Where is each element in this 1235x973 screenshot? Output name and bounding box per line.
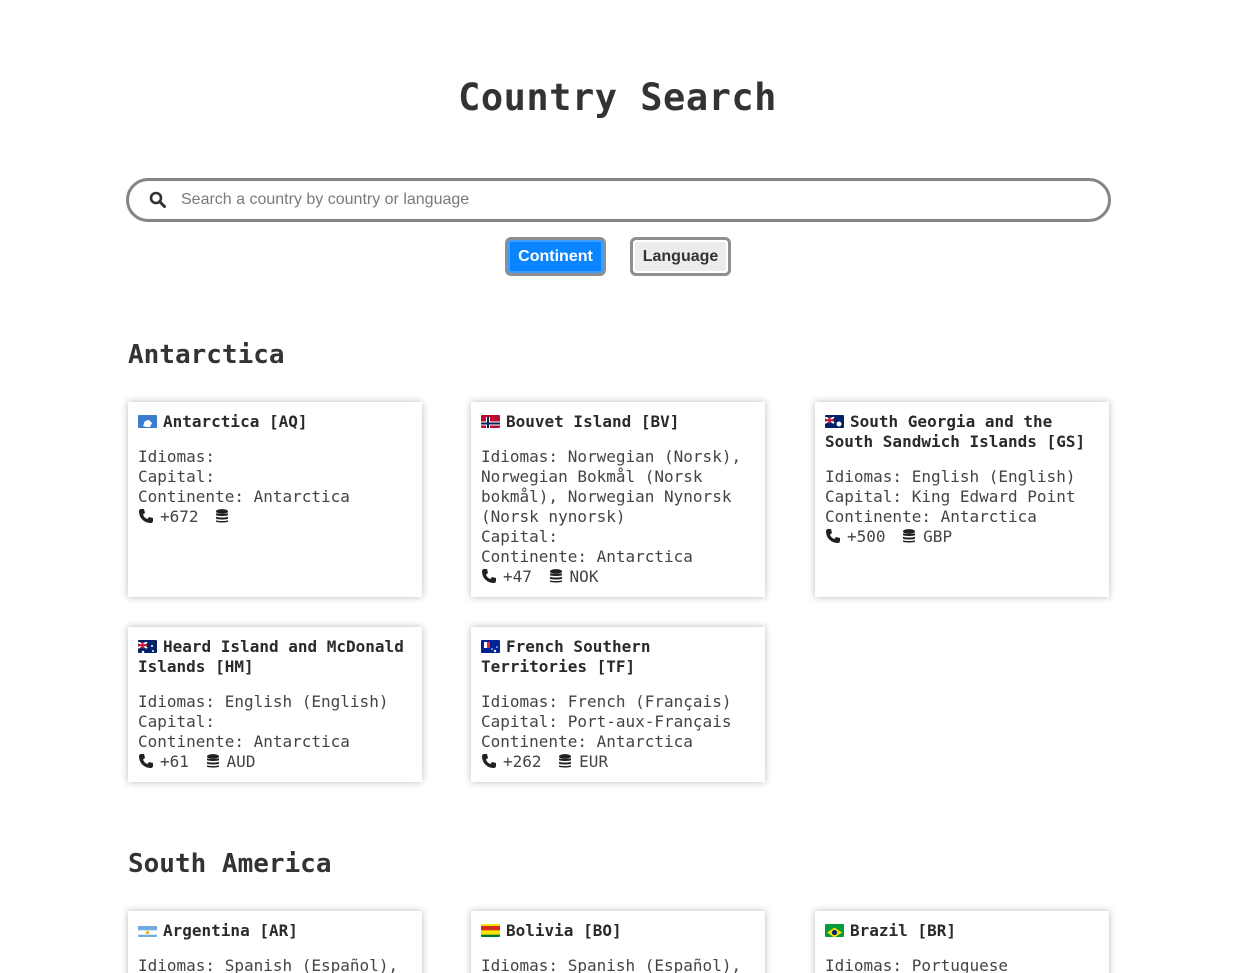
country-languages: Idiomas: <box>138 447 216 466</box>
coins-icon <box>548 568 564 584</box>
coins-icon <box>557 753 573 769</box>
language-filter-button[interactable]: Language <box>630 237 731 276</box>
country-currency: AUD <box>226 752 256 771</box>
continent-filter-button[interactable]: Continent <box>505 237 606 276</box>
country-languages: Idiomas: Portuguese <box>825 956 1009 973</box>
flag-ar-icon <box>138 924 157 937</box>
country-continent: Continente: Antarctica <box>138 487 350 506</box>
country-name: South Georgia and the South Sandwich Isl… <box>825 412 1086 451</box>
country-phone: +47 <box>503 567 532 586</box>
country-phone: +61 <box>160 752 189 771</box>
phone-icon <box>825 528 841 544</box>
flag-aq-icon <box>138 415 157 428</box>
country-currency: EUR <box>579 752 609 771</box>
country-card-gs[interactable]: South Georgia and the South Sandwich Isl… <box>815 402 1109 597</box>
flag-bv-icon <box>481 415 500 428</box>
country-card-br[interactable]: Brazil [BR] Idiomas: Portuguese <box>815 911 1109 973</box>
country-name: French Southern Territories [TF] <box>481 637 651 676</box>
phone-icon <box>138 508 154 524</box>
country-continent: Continente: Antarctica <box>825 507 1037 526</box>
country-meta: +47 NOK <box>481 567 755 587</box>
country-name: Argentina [AR] <box>138 921 412 941</box>
country-name: Heard Island and McDonald Islands [HM] <box>138 637 404 676</box>
flag-tf-icon <box>481 640 500 653</box>
section-title-antarctica: Antarctica <box>128 340 285 370</box>
search-icon <box>149 191 167 209</box>
country-name: Brazil [BR] <box>825 921 1099 941</box>
country-name: Antarctica [AQ] <box>138 412 412 432</box>
country-card-bv[interactable]: Bouvet Island [BV] Idiomas: Norwegian (N… <box>471 402 765 597</box>
search-bar[interactable] <box>126 178 1111 222</box>
country-capital: Capital: <box>481 527 559 546</box>
country-currency: GBP <box>923 527 953 546</box>
country-card-aq[interactable]: Antarctica [AQ] Idiomas: Capital: Contin… <box>128 402 422 597</box>
country-name: Bolivia [BO] <box>481 921 755 941</box>
search-input[interactable] <box>181 191 1108 209</box>
country-languages: Idiomas: Spanish (Español), <box>481 956 742 973</box>
country-phone: +262 <box>503 752 542 771</box>
coins-icon <box>901 528 917 544</box>
country-card-tf[interactable]: French Southern Territories [TF] Idiomas… <box>471 627 765 782</box>
country-capital: Capital: <box>138 467 216 486</box>
country-meta: +500 GBP <box>825 527 1099 547</box>
phone-icon <box>481 753 497 769</box>
page: Country Search Continent Language Antarc… <box>0 0 1235 973</box>
country-languages: Idiomas: English (English) <box>825 467 1076 486</box>
country-meta: +61 AUD <box>138 752 412 772</box>
page-title: Country Search <box>458 76 777 119</box>
flag-br-icon <box>825 924 844 937</box>
country-continent: Continente: Antarctica <box>481 732 693 751</box>
country-card-hm[interactable]: Heard Island and McDonald Islands [HM] I… <box>128 627 422 782</box>
phone-icon <box>481 568 497 584</box>
country-capital: Capital: Port-aux-Français <box>481 712 732 731</box>
flag-hm-icon <box>138 640 157 653</box>
country-continent: Continente: Antarctica <box>138 732 350 751</box>
country-capital: Capital: <box>138 712 216 731</box>
country-name: Bouvet Island [BV] <box>481 412 755 432</box>
flag-gs-icon <box>825 415 844 428</box>
phone-icon <box>138 753 154 769</box>
coins-icon <box>205 753 221 769</box>
country-languages: Idiomas: Spanish (Español), <box>138 956 399 973</box>
country-languages: Idiomas: French (Français) <box>481 692 732 711</box>
country-meta: +262 EUR <box>481 752 755 772</box>
country-capital: Capital: King Edward Point <box>825 487 1076 506</box>
country-currency: NOK <box>569 567 599 586</box>
coins-icon <box>214 508 230 524</box>
country-card-bo[interactable]: Bolivia [BO] Idiomas: Spanish (Español), <box>471 911 765 973</box>
country-meta: +672 <box>138 507 412 527</box>
flag-bo-icon <box>481 924 500 937</box>
country-card-ar[interactable]: Argentina [AR] Idiomas: Spanish (Español… <box>128 911 422 973</box>
country-phone: +672 <box>160 507 199 526</box>
country-phone: +500 <box>847 527 886 546</box>
country-continent: Continente: Antarctica <box>481 547 693 566</box>
country-languages: Idiomas: English (English) <box>138 692 389 711</box>
section-title-south-america: South America <box>128 849 332 879</box>
country-languages: Idiomas: Norwegian (Norsk), Norwegian Bo… <box>481 447 742 526</box>
